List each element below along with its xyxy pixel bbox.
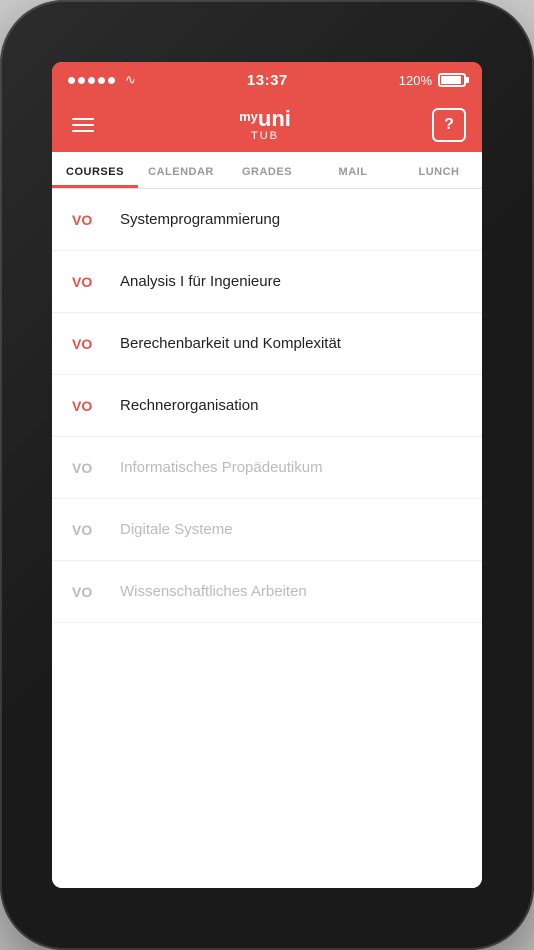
course-list: VO Systemprogrammierung VO Analysis I fü…: [52, 189, 482, 888]
course-tag: VO: [72, 522, 108, 538]
status-left: ∿: [68, 72, 136, 88]
logo-uni-text: uni: [258, 108, 291, 130]
status-right: 120%: [399, 73, 466, 88]
course-tag: VO: [72, 398, 108, 414]
tab-calendar[interactable]: CALENDAR: [138, 152, 224, 188]
tabs-bar: COURSES CALENDAR GRADES MAIL LUNCH: [52, 152, 482, 189]
course-tag: VO: [72, 460, 108, 476]
help-button[interactable]: ?: [432, 108, 466, 142]
app-logo: my uni TUB: [239, 108, 291, 142]
help-icon: ?: [444, 116, 454, 134]
list-item[interactable]: VO Systemprogrammierung: [52, 189, 482, 251]
wifi-icon: ∿: [125, 72, 136, 88]
course-name: Rechnerorganisation: [120, 397, 258, 414]
list-item[interactable]: VO Wissenschaftliches Arbeiten: [52, 561, 482, 623]
course-tag: VO: [72, 584, 108, 600]
battery-icon: [438, 73, 466, 87]
menu-button[interactable]: [68, 114, 98, 136]
course-tag: VO: [72, 274, 108, 290]
list-item[interactable]: VO Analysis I für Ingenieure: [52, 251, 482, 313]
course-name: Informatisches Propädeutikum: [120, 459, 323, 476]
logo-my-text: my: [239, 110, 258, 123]
tab-lunch[interactable]: LUNCH: [396, 152, 482, 188]
course-name: Systemprogrammierung: [120, 211, 280, 228]
tab-courses[interactable]: COURSES: [52, 152, 138, 188]
list-item[interactable]: VO Rechnerorganisation: [52, 375, 482, 437]
phone-screen: ∿ 13:37 120% my uni: [52, 62, 482, 888]
tab-mail[interactable]: MAIL: [310, 152, 396, 188]
list-item[interactable]: VO Berechenbarkeit und Komplexität: [52, 313, 482, 375]
status-time: 13:37: [247, 72, 288, 89]
course-name: Wissenschaftliches Arbeiten: [120, 583, 307, 600]
list-item[interactable]: VO Informatisches Propädeutikum: [52, 437, 482, 499]
battery-percent: 120%: [399, 73, 432, 88]
list-item[interactable]: VO Digitale Systeme: [52, 499, 482, 561]
course-name: Digitale Systeme: [120, 521, 233, 538]
phone-frame: ∿ 13:37 120% my uni: [0, 0, 534, 950]
course-tag: VO: [72, 212, 108, 228]
status-bar: ∿ 13:37 120%: [52, 62, 482, 98]
tab-grades[interactable]: GRADES: [224, 152, 310, 188]
app-header: my uni TUB ?: [52, 98, 482, 152]
course-name: Analysis I für Ingenieure: [120, 273, 281, 290]
course-name: Berechenbarkeit und Komplexität: [120, 335, 341, 352]
logo-tub-text: TUB: [251, 130, 279, 142]
signal-icon: [68, 77, 115, 84]
course-tag: VO: [72, 336, 108, 352]
